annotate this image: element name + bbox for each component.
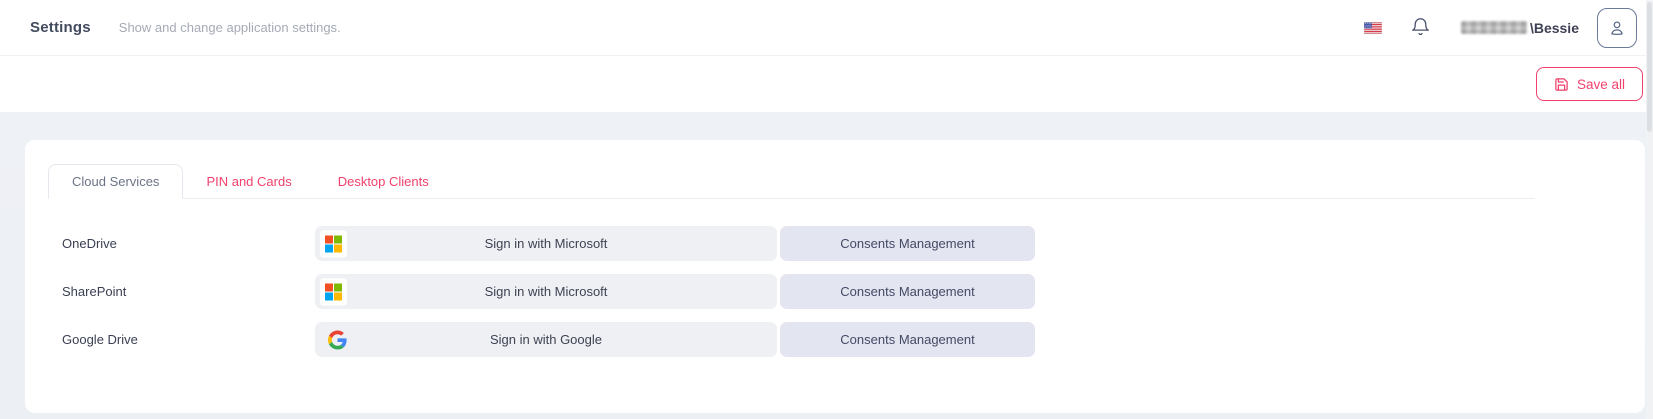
username: \Bessie <box>1461 20 1579 36</box>
service-row-onedrive: OneDrive Sign in with Microsoft Consents… <box>62 226 1645 261</box>
notifications-button[interactable] <box>1410 17 1431 38</box>
tab-pin-and-cards[interactable]: PIN and Cards <box>183 165 314 198</box>
consents-label: Consents Management <box>840 284 974 299</box>
service-row-google-drive: Google Drive Sign in with Google Consent… <box>62 322 1645 357</box>
save-all-button[interactable]: Save all <box>1536 67 1643 101</box>
app-header: Settings Show and change application set… <box>0 0 1653 56</box>
sharepoint-consents-button[interactable]: Consents Management <box>780 274 1035 309</box>
floppy-disk-icon <box>1554 77 1569 92</box>
signin-label: Sign in with Microsoft <box>485 236 608 251</box>
page-title: Settings <box>30 19 91 36</box>
onedrive-signin-button[interactable]: Sign in with Microsoft <box>315 226 777 261</box>
profile-button[interactable] <box>1597 8 1637 48</box>
tab-cloud-services[interactable]: Cloud Services <box>48 164 183 199</box>
consents-label: Consents Management <box>840 236 974 251</box>
bell-icon <box>1410 17 1431 38</box>
google-drive-consents-button[interactable]: Consents Management <box>780 322 1035 357</box>
google-logo <box>328 330 347 349</box>
consents-label: Consents Management <box>840 332 974 347</box>
service-name: SharePoint <box>62 284 315 299</box>
username-suffix: \Bessie <box>1530 20 1579 36</box>
cloud-services-list: OneDrive Sign in with Microsoft Consents… <box>62 226 1645 357</box>
username-domain-redacted <box>1461 21 1527 34</box>
scrollbar-thumb[interactable] <box>1647 2 1652 132</box>
save-all-label: Save all <box>1577 77 1625 92</box>
google-drive-signin-button[interactable]: Sign in with Google <box>315 322 777 357</box>
user-icon <box>1607 18 1627 38</box>
microsoft-logo <box>320 230 347 257</box>
sharepoint-signin-button[interactable]: Sign in with Microsoft <box>315 274 777 309</box>
service-name: Google Drive <box>62 332 315 347</box>
microsoft-logo <box>320 278 347 305</box>
signin-label: Sign in with Google <box>490 332 602 347</box>
tab-desktop-clients[interactable]: Desktop Clients <box>315 165 452 198</box>
settings-tab-bar: Cloud Services PIN and Cards Desktop Cli… <box>48 164 1535 199</box>
settings-card: Cloud Services PIN and Cards Desktop Cli… <box>25 140 1645 413</box>
header-actions: \Bessie <box>1364 8 1637 48</box>
page-subtitle: Show and change application settings. <box>119 20 341 35</box>
us-flag-icon <box>1364 22 1382 34</box>
onedrive-consents-button[interactable]: Consents Management <box>780 226 1035 261</box>
service-row-sharepoint: SharePoint Sign in with Microsoft Consen… <box>62 274 1645 309</box>
signin-label: Sign in with Microsoft <box>485 284 608 299</box>
action-toolbar: Save all <box>0 56 1653 112</box>
service-name: OneDrive <box>62 236 315 251</box>
language-selector[interactable] <box>1364 22 1382 34</box>
vertical-scrollbar[interactable] <box>1646 0 1653 419</box>
